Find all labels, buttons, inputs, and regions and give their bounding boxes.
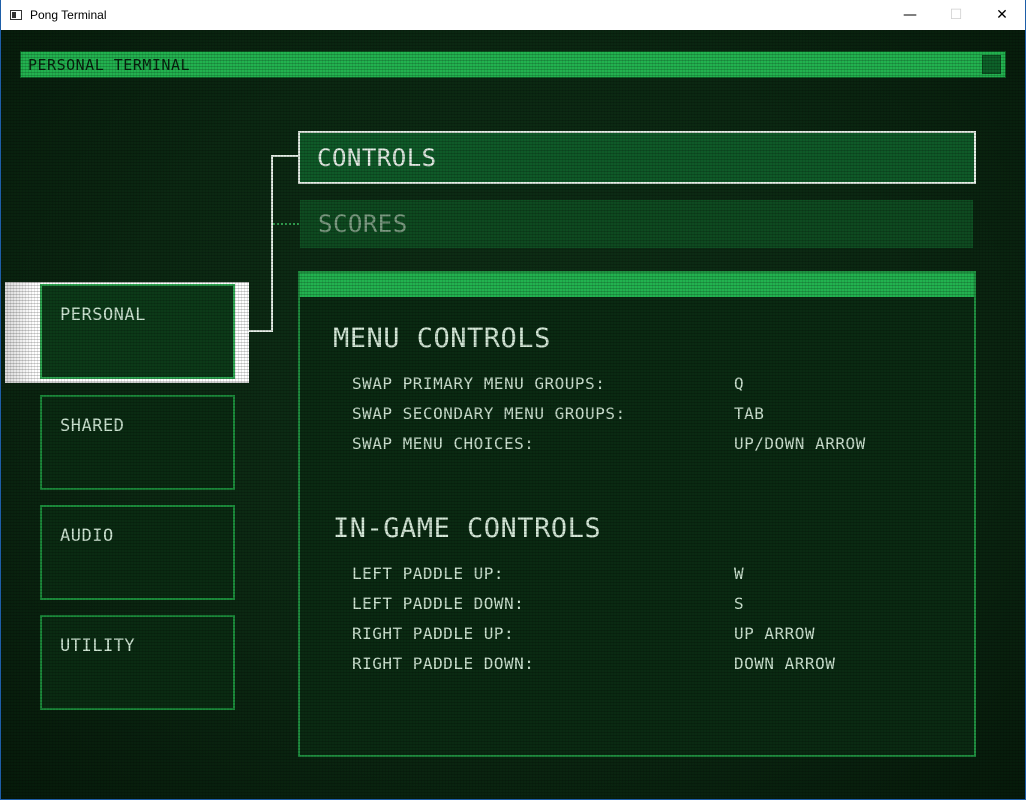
control-value: DOWN ARROW bbox=[734, 654, 836, 673]
control-row: RIGHT PADDLE DOWN: DOWN ARROW bbox=[352, 654, 952, 676]
control-label: RIGHT PADDLE UP: bbox=[352, 624, 515, 643]
section-title-menu-controls: MENU CONTROLS bbox=[333, 323, 551, 354]
control-row: SWAP MENU CHOICES: UP/DOWN ARROW bbox=[352, 434, 952, 456]
control-label: SWAP SECONDARY MENU GROUPS: bbox=[352, 404, 626, 423]
control-label: SWAP MENU CHOICES: bbox=[352, 434, 535, 453]
terminal-header-label: PERSONAL TERMINAL bbox=[28, 55, 191, 74]
control-row: LEFT PADDLE DOWN: S bbox=[352, 594, 952, 616]
game-screen: PERSONAL TERMINAL PERSONAL SHARED AUDIO … bbox=[1, 30, 1025, 799]
header-indicator bbox=[982, 55, 1001, 74]
tab-label: SCORES bbox=[318, 210, 408, 238]
control-row: SWAP SECONDARY MENU GROUPS: TAB bbox=[352, 404, 952, 426]
window-titlebar: Pong Terminal — ☐ ✕ bbox=[1, 0, 1025, 30]
control-value: W bbox=[734, 564, 745, 583]
side-menu-label: AUDIO bbox=[60, 526, 114, 546]
control-value: UP ARROW bbox=[734, 624, 816, 643]
control-value: Q bbox=[734, 374, 745, 393]
side-menu-label: PERSONAL bbox=[60, 305, 146, 325]
control-label: LEFT PADDLE UP: bbox=[352, 564, 504, 583]
control-value: UP/DOWN ARROW bbox=[734, 434, 866, 453]
window-title: Pong Terminal bbox=[30, 8, 107, 22]
control-label: RIGHT PADDLE DOWN: bbox=[352, 654, 535, 673]
close-button[interactable]: ✕ bbox=[979, 0, 1025, 30]
side-menu-utility[interactable]: UTILITY bbox=[40, 615, 235, 710]
minimize-button[interactable]: — bbox=[887, 0, 933, 30]
side-menu-shared[interactable]: SHARED bbox=[40, 395, 235, 490]
side-menu-personal[interactable]: PERSONAL bbox=[40, 284, 235, 379]
window-controls: — ☐ ✕ bbox=[887, 0, 1025, 30]
connector-line bbox=[271, 155, 298, 157]
tab-scores[interactable]: SCORES bbox=[300, 200, 973, 248]
connector-dotted-line bbox=[273, 223, 299, 225]
control-row: RIGHT PADDLE UP: UP ARROW bbox=[352, 624, 952, 646]
tab-controls[interactable]: CONTROLS bbox=[298, 131, 976, 184]
terminal-header-bar: PERSONAL TERMINAL bbox=[20, 51, 1006, 78]
maximize-button: ☐ bbox=[949, 7, 963, 23]
controls-panel: MENU CONTROLS SWAP PRIMARY MENU GROUPS: … bbox=[298, 271, 976, 757]
panel-header-bar bbox=[300, 273, 974, 297]
side-menu-audio[interactable]: AUDIO bbox=[40, 505, 235, 600]
control-label: SWAP PRIMARY MENU GROUPS: bbox=[352, 374, 606, 393]
side-menu-label: SHARED bbox=[60, 416, 125, 436]
app-icon bbox=[10, 10, 22, 20]
control-label: LEFT PADDLE DOWN: bbox=[352, 594, 525, 613]
control-row: LEFT PADDLE UP: W bbox=[352, 564, 952, 586]
control-value: TAB bbox=[734, 404, 765, 423]
connector-line bbox=[249, 330, 271, 332]
connector-line bbox=[271, 155, 273, 332]
control-value: S bbox=[734, 594, 745, 613]
section-title-in-game-controls: IN-GAME CONTROLS bbox=[333, 513, 602, 544]
tab-label: CONTROLS bbox=[317, 143, 437, 172]
control-row: SWAP PRIMARY MENU GROUPS: Q bbox=[352, 374, 952, 396]
side-menu-label: UTILITY bbox=[60, 636, 136, 656]
